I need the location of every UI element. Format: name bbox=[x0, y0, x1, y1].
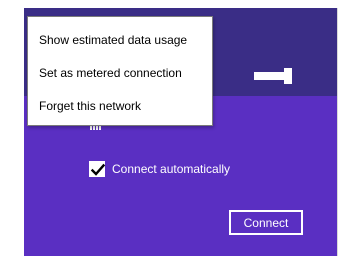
toggle-thumb[interactable] bbox=[284, 68, 292, 84]
sharing-toggle[interactable] bbox=[254, 68, 292, 84]
menu-item-show-estimated-data-usage[interactable]: Show estimated data usage bbox=[39, 33, 187, 47]
divider bbox=[337, 8, 338, 256]
toggle-track bbox=[254, 72, 284, 80]
checkmark-icon bbox=[90, 163, 106, 176]
connect-automatically-label: Connect automatically bbox=[112, 162, 231, 176]
menu-item-set-as-metered-connection[interactable]: Set as metered connection bbox=[39, 66, 182, 80]
context-menu: Show estimated data usage Set as metered… bbox=[27, 16, 213, 126]
menu-item-forget-this-network[interactable]: Forget this network bbox=[39, 99, 141, 113]
connect-button[interactable]: Connect bbox=[229, 210, 303, 235]
connect-automatically-row[interactable]: Connect automatically bbox=[89, 160, 230, 178]
right-edge-border bbox=[337, 0, 347, 256]
connect-automatically-checkbox[interactable] bbox=[89, 161, 106, 177]
